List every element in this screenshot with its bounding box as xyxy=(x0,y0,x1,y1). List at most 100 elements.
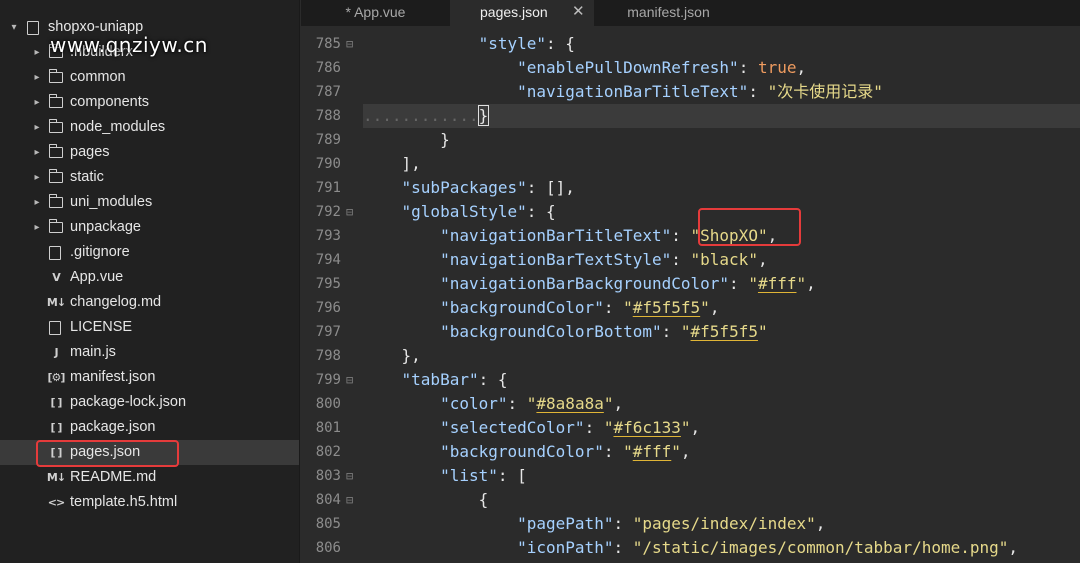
tab-manifest-json[interactable]: manifest.json xyxy=(594,0,743,26)
code-line[interactable]: 791 "subPackages": [], xyxy=(301,176,1080,200)
file-tree-item[interactable]: .gitignore xyxy=(0,240,299,265)
code-text[interactable]: "enablePullDownRefresh": true, xyxy=(363,56,1080,80)
file-tree-item[interactable]: ▸ common xyxy=(0,65,299,90)
chevron-right-icon[interactable]: ▸ xyxy=(31,115,43,140)
code-line[interactable]: 803 ⊟ "list": [ xyxy=(301,464,1080,488)
code-text[interactable]: { xyxy=(363,488,1080,512)
code-text[interactable]: "navigationBarBackgroundColor": "#fff", xyxy=(363,272,1080,296)
code-text[interactable]: "list": [ xyxy=(363,464,1080,488)
tab-app-vue[interactable]: * App.vue xyxy=(301,0,450,26)
file-tree-item[interactable]: [ ] pages.json xyxy=(0,440,299,465)
editor-tab-bar: * App.vue pages.json ✕ manifest.json xyxy=(301,0,1080,26)
tab-pages-json[interactable]: pages.json ✕ xyxy=(450,0,594,26)
code-line[interactable]: 797 "backgroundColorBottom": "#f5f5f5" xyxy=(301,320,1080,344)
chevron-down-icon[interactable]: ▾ xyxy=(8,15,20,40)
code-text[interactable]: "backgroundColor": "#fff", xyxy=(363,440,1080,464)
code-line[interactable]: 806 "iconPath": "/static/images/common/t… xyxy=(301,536,1080,560)
code-line[interactable]: 786 "enablePullDownRefresh": true, xyxy=(301,56,1080,80)
code-line[interactable]: 804 ⊟ { xyxy=(301,488,1080,512)
code-text[interactable]: "navigationBarTitleText": "次卡使用记录" xyxy=(363,80,1080,104)
line-number: 790 xyxy=(315,156,341,172)
chevron-right-icon[interactable]: ▸ xyxy=(31,65,43,90)
code-text[interactable]: "color": "#8a8a8a", xyxy=(363,392,1080,416)
code-line[interactable]: 799 ⊟ "tabBar": { xyxy=(301,368,1080,392)
file-tree-item[interactable]: ▸ pages xyxy=(0,140,299,165)
file-tree-item[interactable]: ▸ components xyxy=(0,90,299,115)
file-tree-item[interactable]: ▸ unpackage xyxy=(0,215,299,240)
code-text[interactable]: "globalStyle": { xyxy=(363,200,1080,224)
file-tree-item[interactable]: ▸ node_modules xyxy=(0,115,299,140)
code-token: "color" xyxy=(440,394,508,413)
file-tree-item[interactable]: M↓ changelog.md xyxy=(0,290,299,315)
code-text[interactable]: ], xyxy=(363,152,1080,176)
code-line[interactable]: 795 "navigationBarBackgroundColor": "#ff… xyxy=(301,272,1080,296)
code-line[interactable]: 802 "backgroundColor": "#fff", xyxy=(301,440,1080,464)
code-text[interactable]: } xyxy=(363,128,1080,152)
file-tree-item-label: template.h5.html xyxy=(70,494,178,510)
code-line[interactable]: 789 } xyxy=(301,128,1080,152)
file-tree-item[interactable]: [⚙] manifest.json xyxy=(0,365,299,390)
code-line[interactable]: 794 "navigationBarTextStyle": "black", xyxy=(301,248,1080,272)
fold-toggle-icon[interactable]: ⊟ xyxy=(346,368,353,392)
project-root-row[interactable]: ▾ shopxo-uniapp xyxy=(0,15,299,40)
file-tree-item[interactable]: M↓ README.md xyxy=(0,465,299,490)
file-tree-item[interactable]: V App.vue xyxy=(0,265,299,290)
file-tree-item[interactable]: LICENSE xyxy=(0,315,299,340)
code-text[interactable]: ............} xyxy=(363,104,1080,128)
code-text[interactable]: "backgroundColorBottom": "#f5f5f5" xyxy=(363,320,1080,344)
code-text[interactable]: "selectedColor": "#f6c133", xyxy=(363,416,1080,440)
chevron-right-icon[interactable]: ▸ xyxy=(31,40,43,65)
code-text[interactable]: "iconPath": "/static/images/common/tabba… xyxy=(363,536,1080,560)
file-tree-item[interactable]: ▸ static xyxy=(0,165,299,190)
code-line[interactable]: 785 ⊟ "style": { xyxy=(301,32,1080,56)
code-token: "/static/images/common/tabbar/home.png" xyxy=(632,538,1009,557)
close-icon[interactable]: ✕ xyxy=(572,0,585,24)
code-text[interactable]: "backgroundColor": "#f5f5f5", xyxy=(363,296,1080,320)
fold-toggle-icon[interactable]: ⊟ xyxy=(346,200,353,224)
code-text[interactable]: "subPackages": [], xyxy=(363,176,1080,200)
file-tree-item[interactable]: ▸ uni_modules xyxy=(0,190,299,215)
code-text[interactable]: "tabBar": { xyxy=(363,368,1080,392)
json-file-icon: [ ] xyxy=(50,396,63,409)
code-line[interactable]: 800 "color": "#8a8a8a", xyxy=(301,392,1080,416)
code-line[interactable]: 805 "pagePath": "pages/index/index", xyxy=(301,512,1080,536)
file-tree-item[interactable]: Jmain.js xyxy=(0,340,299,365)
code-editor[interactable]: 785 ⊟ "style": {786 "enablePullDownRefres… xyxy=(301,26,1080,563)
file-tree-item[interactable]: [ ] package.json xyxy=(0,415,299,440)
code-line[interactable]: 790 ], xyxy=(301,152,1080,176)
fold-toggle-icon[interactable]: ⊟ xyxy=(346,32,353,56)
code-line[interactable]: 801 "selectedColor": "#f6c133", xyxy=(301,416,1080,440)
code-line[interactable]: 793 "navigationBarTitleText": "ShopXO", xyxy=(301,224,1080,248)
file-tree-item[interactable]: [ ] package-lock.json xyxy=(0,390,299,415)
code-line[interactable]: 796 "backgroundColor": "#f5f5f5", xyxy=(301,296,1080,320)
fold-toggle-icon[interactable]: ⊟ xyxy=(346,488,353,512)
code-line[interactable]: 792 ⊟ "globalStyle": { xyxy=(301,200,1080,224)
file-tree-item[interactable]: <> template.h5.html xyxy=(0,490,299,515)
code-line[interactable]: 787 "navigationBarTitleText": "次卡使用记录" xyxy=(301,80,1080,104)
code-line[interactable]: 798 }, xyxy=(301,344,1080,368)
line-number: 788 xyxy=(315,108,341,124)
folder-icon xyxy=(48,169,63,183)
line-number: 785 xyxy=(315,36,341,52)
code-token: " xyxy=(680,418,691,437)
fold-toggle-icon[interactable]: ⊟ xyxy=(346,464,353,488)
file-tree-item[interactable]: ▸ .hbuilderx xyxy=(0,40,299,65)
line-number: 787 xyxy=(315,84,341,100)
code-token: : xyxy=(671,250,691,269)
code-text[interactable]: "navigationBarTextStyle": "black", xyxy=(363,248,1080,272)
code-text[interactable]: "pagePath": "pages/index/index", xyxy=(363,512,1080,536)
chevron-right-icon[interactable]: ▸ xyxy=(31,90,43,115)
code-token: : { xyxy=(478,370,508,389)
chevron-right-icon[interactable]: ▸ xyxy=(31,140,43,165)
code-token: "navigationBarBackgroundColor" xyxy=(440,274,730,293)
code-token: #f6c133 xyxy=(613,418,681,437)
code-line[interactable]: 788............} xyxy=(301,104,1080,128)
code-text[interactable]: }, xyxy=(363,344,1080,368)
code-text[interactable]: "navigationBarTitleText": "ShopXO", xyxy=(363,224,1080,248)
chevron-right-icon[interactable]: ▸ xyxy=(31,215,43,240)
chevron-right-icon[interactable]: ▸ xyxy=(31,165,43,190)
chevron-right-icon[interactable]: ▸ xyxy=(31,190,43,215)
code-text[interactable]: "style": { xyxy=(363,32,1080,56)
